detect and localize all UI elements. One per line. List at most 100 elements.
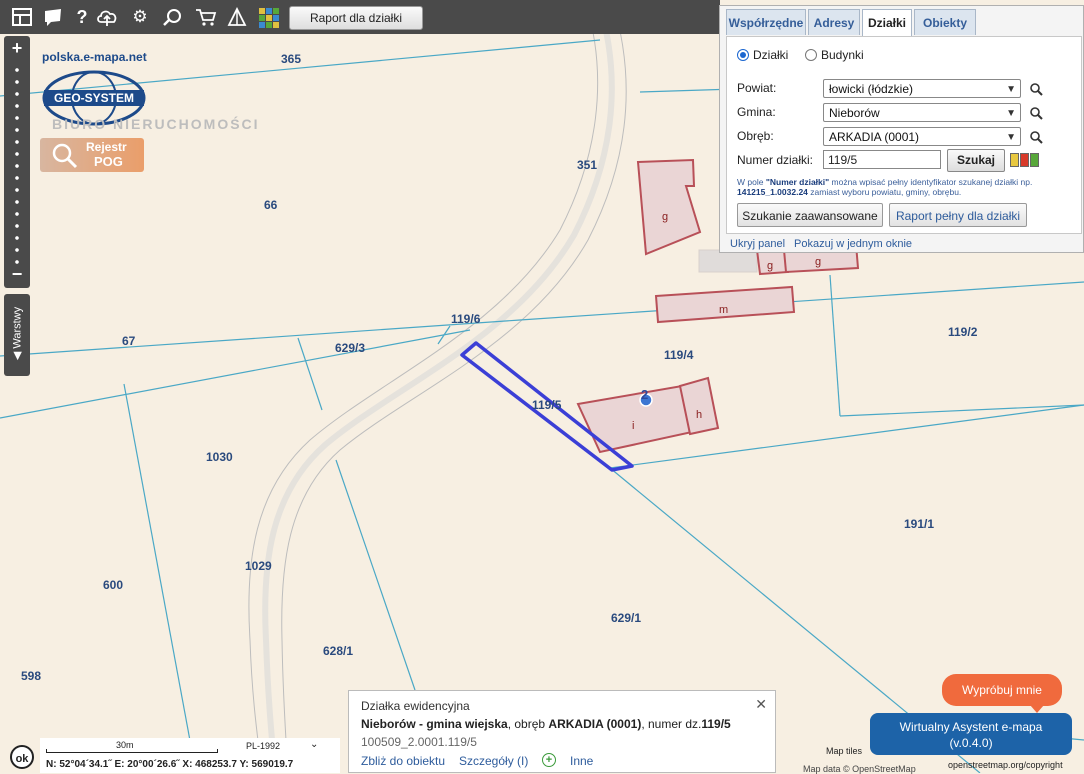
building-label: g — [815, 256, 821, 268]
radio-budynki[interactable]: Budynki — [805, 48, 864, 62]
layers-tab[interactable]: ◀ Warstwy — [4, 294, 30, 376]
obreb-select[interactable]: ARKADIA (0001) ▼ — [823, 127, 1021, 146]
top-toolbar: ? ⚙ Raport dla działki — [0, 0, 720, 34]
advanced-search-button[interactable]: Szukanie zaawansowane — [737, 203, 883, 227]
map-tiles-attribution: Map tiles — [826, 746, 863, 756]
radio-dzialki[interactable]: Działki — [737, 48, 788, 62]
brand-subtitle: BIURO NIERUCHOMOŚCI — [52, 116, 260, 132]
parcel-label: 119/4 — [664, 348, 694, 362]
popup-parcel-id: 100509_2.0001.119/5 — [361, 735, 477, 749]
radio-dzialki-label: Działki — [753, 48, 789, 62]
settings-icon[interactable]: ⚙ — [130, 7, 150, 27]
color-grid-icon[interactable] — [258, 7, 279, 28]
powiat-value: łowicki (łódzkie) — [829, 82, 914, 96]
tab-dzialki[interactable]: Działki — [862, 9, 912, 37]
search-icon[interactable] — [1029, 82, 1043, 96]
tab-adresy[interactable]: Adresy — [808, 9, 860, 35]
chevron-down-icon: ▼ — [1006, 132, 1016, 143]
powiat-label: Powiat: — [737, 81, 777, 95]
chevron-down-icon: ▼ — [1006, 84, 1016, 95]
chat-icon[interactable] — [43, 7, 63, 27]
color-swatch-yellow[interactable] — [1010, 153, 1019, 167]
tab-obiekty[interactable]: Obiekty — [914, 9, 976, 35]
obreb-label: Obręb: — [737, 129, 774, 143]
numer-dzialki-input[interactable]: 119/5 — [823, 150, 941, 169]
parcel-label: 1030 — [206, 450, 233, 464]
site-url[interactable]: polska.e-mapa.net — [42, 50, 147, 64]
marker-number: 2 — [641, 387, 648, 402]
svg-text:GEO-SYSTEM: GEO-SYSTEM — [54, 91, 134, 105]
magnifier-icon — [52, 143, 78, 169]
details-link[interactable]: Szczegóły (I) — [459, 754, 528, 768]
gmina-label: Gmina: — [737, 105, 776, 119]
building-label: i — [632, 420, 634, 432]
single-window-link[interactable]: Pokazuj w jednym oknie — [794, 238, 912, 250]
shape-icon[interactable] — [227, 6, 247, 27]
cart-icon[interactable] — [195, 7, 217, 27]
radio-dzialki-dot — [737, 49, 749, 61]
chevron-down-icon[interactable]: ⌄ — [310, 739, 318, 750]
rejestr-label: Rejestr — [86, 140, 127, 154]
search-icon[interactable] — [1029, 130, 1043, 144]
chevron-down-icon: ▼ — [1006, 108, 1016, 119]
zoom-out-button[interactable]: − — [4, 264, 30, 285]
zoom-in-button[interactable]: + — [4, 38, 30, 59]
building-label: h — [696, 409, 702, 421]
hide-panel-link[interactable]: Ukryj panel — [730, 238, 785, 250]
parcel-label: 119/6 — [451, 312, 481, 326]
parcel-label: 66 — [264, 198, 278, 212]
parcel-info-popup: Działka ewidencyjna ✕ Nieborów - gmina w… — [348, 690, 776, 773]
search-panel: Współrzędne Adresy Działki Obiekty Dział… — [719, 5, 1084, 253]
ok-button[interactable]: ok — [10, 745, 34, 769]
assistant-version: (v.0.4.0) — [949, 736, 993, 750]
color-swatch-red[interactable] — [1020, 153, 1029, 167]
parcel-label: 67 — [122, 334, 136, 348]
powiat-select[interactable]: łowicki (łódzkie) ▼ — [823, 79, 1021, 98]
radio-budynki-dot — [805, 49, 817, 61]
plus-circle-icon[interactable]: + — [542, 753, 556, 767]
cloud-upload-icon[interactable] — [96, 7, 117, 27]
building-label: g — [662, 211, 668, 223]
layout-icon[interactable] — [12, 7, 32, 27]
zoom-slider[interactable] — [15, 64, 19, 264]
projection-select[interactable]: PL-1992 — [246, 741, 280, 751]
tab-wspolrzedne[interactable]: Współrzędne — [726, 9, 806, 35]
parcel-label: 629/3 — [335, 341, 365, 355]
parcel-label: 600 — [103, 578, 123, 592]
zoom-to-object-link[interactable]: Zbliż do obiektu — [361, 754, 445, 768]
gmina-value: Nieborów — [829, 106, 880, 120]
popup-title: Działka ewidencyjna — [361, 699, 470, 713]
obreb-value: ARKADIA (0001) — [829, 130, 920, 144]
building-label: m — [719, 304, 728, 316]
zoom-bar: + − — [4, 36, 30, 288]
virtual-assistant-button[interactable]: Wirtualny Asystent e-mapa (v.0.4.0) — [870, 713, 1072, 755]
search-icon[interactable] — [1029, 106, 1043, 120]
parcel-label: 629/1 — [611, 611, 641, 625]
full-report-button[interactable]: Raport pełny dla działki — [889, 203, 1027, 227]
parcel-label: 119/5 — [532, 398, 562, 412]
close-icon[interactable]: ✕ — [755, 696, 767, 713]
raport-dla-dzialki-button[interactable]: Raport dla działki — [289, 6, 423, 30]
parcel-label: 1029 — [245, 559, 272, 573]
pog-label: POG — [94, 154, 123, 169]
try-assistant-bubble[interactable]: Wypróbuj mnie — [942, 674, 1062, 713]
parcel-label: 191/1 — [904, 517, 934, 531]
scale-line — [46, 749, 218, 753]
szukaj-button[interactable]: Szukaj — [947, 149, 1005, 172]
osm-copyright-link[interactable]: openstreetmap.org/copyright — [948, 760, 1063, 770]
more-link[interactable]: Inne — [570, 754, 593, 768]
numer-dzialki-label: Numer działki: — [737, 153, 814, 167]
coordinates-readout: N: 52°04´34.1˝ E: 20°00´26.6˝ X: 468253.… — [46, 759, 294, 770]
gmina-select[interactable]: Nieborów ▼ — [823, 103, 1021, 122]
parcel-label: 598 — [21, 669, 41, 683]
color-swatch-green[interactable] — [1030, 153, 1039, 167]
scale-bar: 30m PL-1992 ⌄ N: 52°04´34.1˝ E: 20°00´26… — [40, 738, 340, 773]
rejestr-pog-button[interactable]: Rejestr POG — [40, 138, 144, 172]
help-icon[interactable]: ? — [72, 7, 92, 27]
parcel-label: 365 — [281, 52, 301, 66]
search-hint: W pole "Numer działki" można wpisać pełn… — [737, 177, 1033, 197]
parcel-label: 351 — [577, 158, 597, 172]
radio-budynki-label: Budynki — [821, 48, 864, 62]
zoom-icon[interactable] — [163, 7, 183, 27]
building-label: g — [767, 260, 773, 272]
